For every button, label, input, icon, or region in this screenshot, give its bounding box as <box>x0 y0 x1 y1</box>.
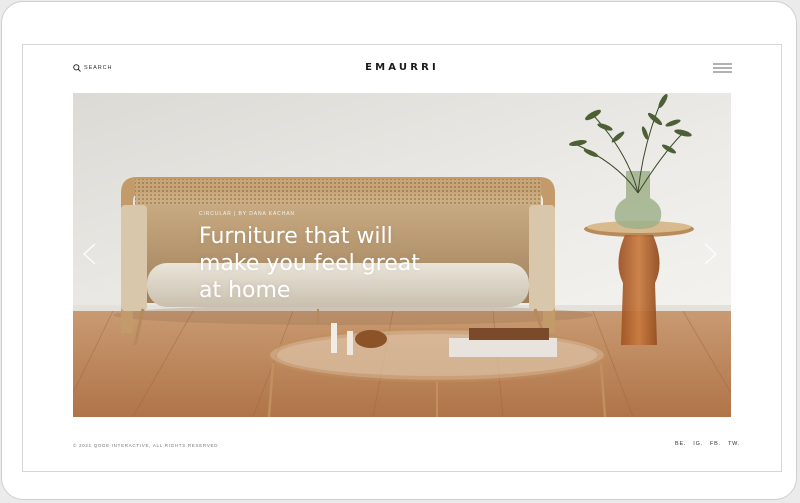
search-icon <box>73 64 81 72</box>
search-button[interactable]: SEARCH <box>73 64 112 72</box>
chevron-right-icon[interactable] <box>702 243 718 265</box>
social-link-behance[interactable]: BE. <box>675 441 686 447</box>
social-link-twitter[interactable]: TW. <box>728 441 740 447</box>
hero-slider: CIRCULAR | BY DANA KACHAN Furniture that… <box>73 93 731 417</box>
hero-title-line: at home <box>199 278 291 303</box>
search-label: SEARCH <box>84 65 113 71</box>
copyright-text: © 2021 QODE INTERACTIVE, ALL RIGHTS RESE… <box>73 443 219 448</box>
website-screen: SEARCH EMAURRI CIRCULAR | BY DANA KACHAN… <box>22 44 782 472</box>
site-logo[interactable]: EMAURRI <box>23 62 781 73</box>
social-links: BE. IG. FB. TW. <box>675 441 740 447</box>
hero-caption: CIRCULAR | BY DANA KACHAN Furniture that… <box>199 211 499 304</box>
hamburger-menu-icon[interactable] <box>713 63 732 73</box>
hero-title: Furniture that will make you feel great … <box>199 223 499 304</box>
hero-title-line: make you feel great <box>199 251 420 276</box>
chevron-left-icon[interactable] <box>82 243 98 265</box>
hero-title-line: Furniture that will <box>199 224 393 249</box>
hero-meta: CIRCULAR | BY DANA KACHAN <box>199 211 295 217</box>
social-link-facebook[interactable]: FB. <box>710 441 721 447</box>
social-link-instagram[interactable]: IG. <box>693 441 703 447</box>
device-frame: SEARCH EMAURRI CIRCULAR | BY DANA KACHAN… <box>1 1 797 500</box>
